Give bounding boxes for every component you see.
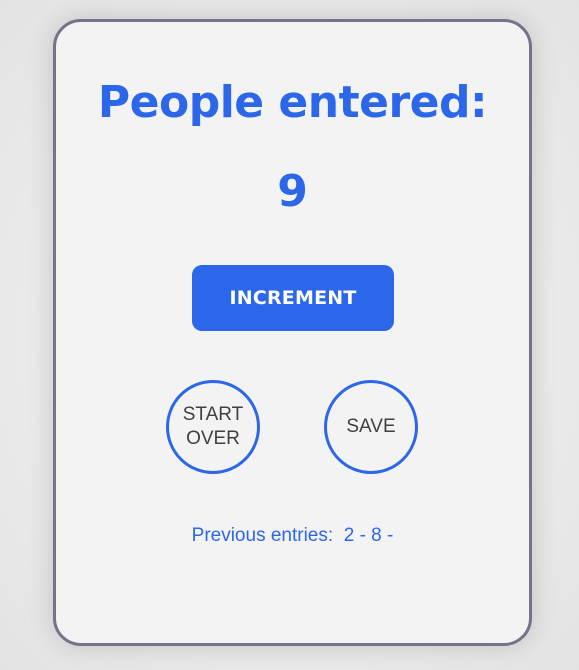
start-over-label-line1: START (182, 404, 244, 425)
start-over-label-line2: OVER (186, 428, 240, 449)
start-over-label: START OVER (183, 403, 244, 451)
counter-card: People entered: 9 INCREMENT START OVER S… (53, 19, 532, 646)
start-over-button[interactable]: START OVER (166, 380, 260, 474)
previous-entries: Previous entries: 2 - 8 - (56, 524, 529, 548)
people-count: 9 (277, 166, 308, 217)
save-button[interactable]: SAVE (324, 380, 418, 474)
previous-entries-label: Previous entries: (191, 525, 334, 546)
previous-entries-values: 2 - 8 - (343, 525, 394, 546)
increment-button[interactable]: INCREMENT (192, 265, 394, 331)
save-label: SAVE (346, 416, 396, 437)
page-title: People entered: (97, 77, 488, 128)
page-background: People entered: 9 INCREMENT START OVER S… (0, 0, 579, 670)
